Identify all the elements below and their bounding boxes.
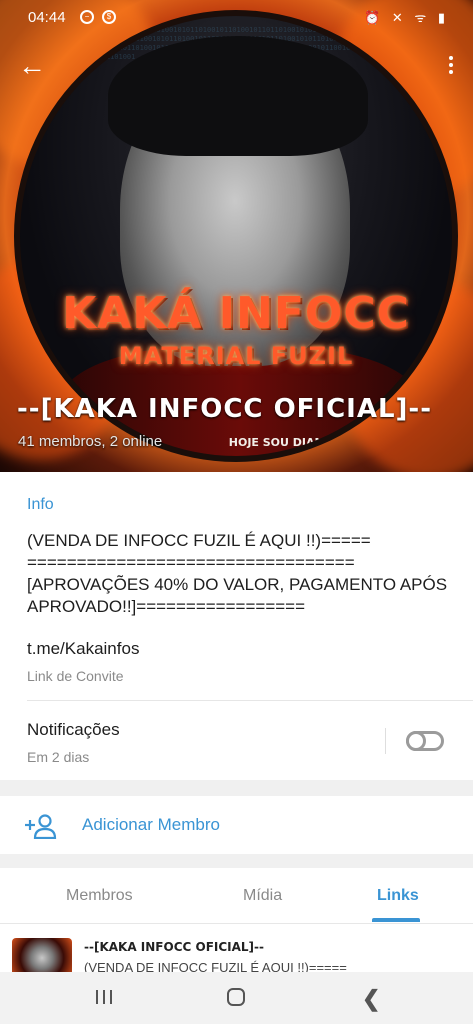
link-title: --[KAKA INFOCC OFICIAL]-- bbox=[84, 940, 265, 954]
divider bbox=[27, 700, 473, 701]
system-nav-bar: ❮ bbox=[0, 972, 473, 1024]
notifications-label[interactable]: Notificações bbox=[27, 720, 120, 740]
more-options-icon[interactable] bbox=[449, 56, 455, 77]
status-bar: 04:44 − $ ⏰ ✕ ᯤ ▮ bbox=[0, 0, 473, 36]
group-name: --[KAKA INFOCC OFICIAL]-- bbox=[17, 394, 433, 424]
invite-link[interactable]: t.me/Kakainfos bbox=[27, 639, 139, 659]
tab-media[interactable]: Mídia bbox=[243, 887, 282, 905]
add-member-label: Adicionar Membro bbox=[82, 815, 220, 834]
info-section: Info (VENDA DE INFOCC FUZIL É AQUI !!)==… bbox=[0, 472, 473, 780]
sync-icon: $ bbox=[102, 10, 116, 24]
notifications-toggle[interactable] bbox=[406, 731, 444, 751]
poster-title: KAKÁ INFOCC bbox=[62, 288, 410, 339]
toggle-knob bbox=[406, 731, 426, 751]
add-member-button[interactable]: Adicionar Membro bbox=[0, 796, 473, 854]
add-user-icon bbox=[25, 814, 57, 839]
active-tab-indicator bbox=[372, 918, 420, 922]
group-description: (VENDA DE INFOCC FUZIL É AQUI !!)===== =… bbox=[27, 531, 448, 616]
tab-bar: Membros Mídia Links bbox=[0, 868, 473, 924]
link-thumbnail bbox=[12, 938, 72, 972]
link-description: (VENDA DE INFOCC FUZIL É AQUI !!)===== bbox=[84, 960, 347, 972]
list-item[interactable]: --[KAKA INFOCC OFICIAL]-- (VENDA DE INFO… bbox=[0, 924, 473, 972]
separator bbox=[385, 728, 386, 754]
notifications-sub: Em 2 dias bbox=[27, 749, 90, 765]
home-icon[interactable] bbox=[227, 988, 245, 1006]
members-count: 41 membros, 2 online bbox=[18, 433, 163, 450]
status-time: 04:44 bbox=[28, 9, 66, 26]
system-icons: ⏰ ✕ ᯤ ▮ bbox=[364, 10, 449, 25]
tab-links[interactable]: Links bbox=[377, 887, 419, 905]
tab-members[interactable]: Membros bbox=[66, 887, 133, 905]
info-heading: Info bbox=[27, 496, 54, 513]
back-arrow-icon[interactable]: ← bbox=[18, 52, 46, 80]
recents-icon[interactable] bbox=[96, 990, 114, 1004]
invite-link-label: Link de Convite bbox=[27, 668, 124, 684]
hair-shape bbox=[108, 36, 368, 156]
dnd-icon: − bbox=[80, 10, 94, 24]
nav-back-icon[interactable]: ❮ bbox=[362, 986, 380, 1012]
poster-subtitle: MATERIAL FUZIL bbox=[118, 342, 354, 370]
group-header: 0101101001011100101001101010110100101011… bbox=[0, 0, 473, 472]
